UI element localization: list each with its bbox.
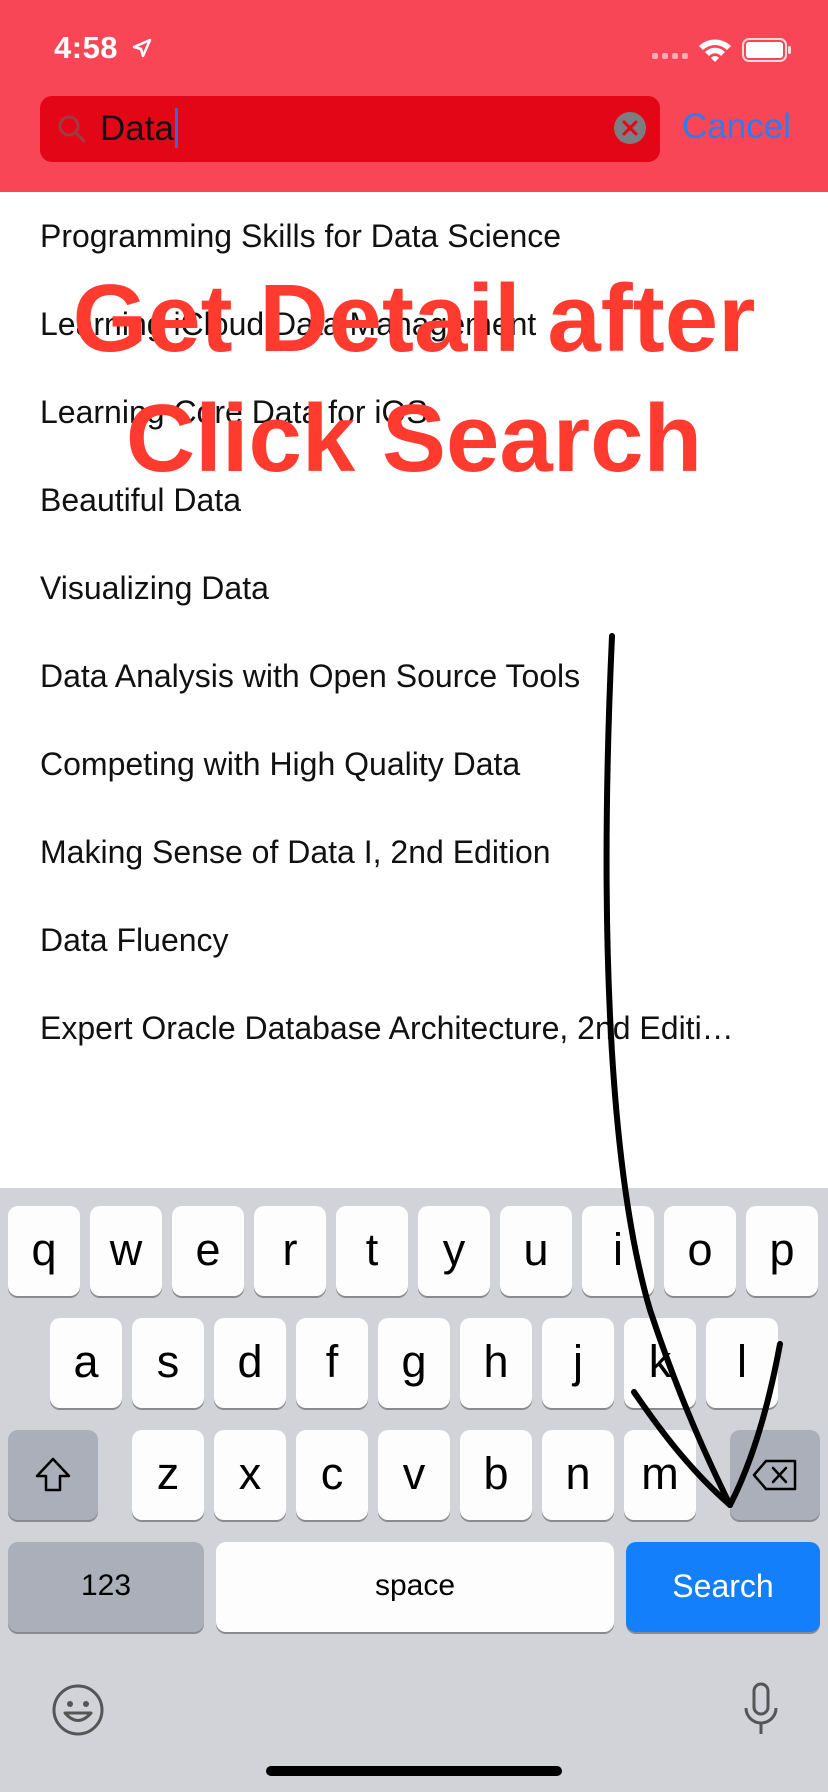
clear-button[interactable] — [614, 112, 646, 144]
list-item[interactable]: Programming Skills for Data Science — [40, 216, 790, 256]
key-b[interactable]: b — [460, 1430, 532, 1520]
list-item[interactable]: Beautiful Data — [40, 480, 790, 520]
space-key[interactable]: space — [216, 1542, 614, 1632]
shift-icon — [35, 1457, 71, 1492]
key-c[interactable]: c — [296, 1430, 368, 1520]
key-a[interactable]: a — [50, 1318, 122, 1408]
key-l[interactable]: l — [706, 1318, 778, 1408]
key-r[interactable]: r — [254, 1206, 326, 1296]
key-x[interactable]: x — [214, 1430, 286, 1520]
list-item[interactable]: Expert Oracle Database Architecture, 2nd… — [40, 1008, 790, 1048]
shift-key[interactable] — [8, 1430, 98, 1520]
search-query-text: Data — [100, 109, 174, 148]
emoji-icon[interactable] — [50, 1682, 106, 1738]
search-input[interactable]: Data — [100, 108, 178, 150]
location-arrow-icon — [132, 38, 152, 58]
key-q[interactable]: q — [8, 1206, 80, 1296]
key-k[interactable]: k — [624, 1318, 696, 1408]
key-m[interactable]: m — [624, 1430, 696, 1520]
list-item[interactable]: Learning Core Data for iOS — [40, 392, 790, 432]
list-item[interactable]: Data Analysis with Open Source Tools — [40, 656, 790, 696]
home-indicator — [266, 1766, 562, 1776]
key-f[interactable]: f — [296, 1318, 368, 1408]
list-item[interactable]: Visualizing Data — [40, 568, 790, 608]
key-o[interactable]: o — [664, 1206, 736, 1296]
search-key[interactable]: Search — [626, 1542, 820, 1632]
key-n[interactable]: n — [542, 1430, 614, 1520]
navigation-header: 4:58 Data Cancel — [0, 0, 828, 192]
list-item[interactable]: Competing with High Quality Data — [40, 744, 790, 784]
key-v[interactable]: v — [378, 1430, 450, 1520]
status-time: 4:58 — [54, 30, 119, 65]
numbers-key[interactable]: 123 — [8, 1542, 204, 1632]
key-p[interactable]: p — [746, 1206, 818, 1296]
keyboard: q w e r t y u i o p a s d f g h j k l z … — [0, 1188, 828, 1792]
wifi-icon — [699, 39, 731, 62]
search-icon — [58, 115, 86, 143]
text-caret — [174, 108, 178, 148]
search-field[interactable]: Data — [40, 96, 660, 162]
cancel-button[interactable]: Cancel — [682, 106, 791, 148]
key-i[interactable]: i — [582, 1206, 654, 1296]
key-z[interactable]: z — [132, 1430, 204, 1520]
list-item[interactable]: Learning iCloud Data Management — [40, 304, 790, 344]
delete-icon — [752, 1459, 797, 1491]
key-g[interactable]: g — [378, 1318, 450, 1408]
key-t[interactable]: t — [336, 1206, 408, 1296]
key-w[interactable]: w — [90, 1206, 162, 1296]
list-item[interactable]: Making Sense of Data I, 2nd Edition — [40, 832, 790, 872]
cellular-signal-icon — [652, 53, 688, 59]
key-s[interactable]: s — [132, 1318, 204, 1408]
key-y[interactable]: y — [418, 1206, 490, 1296]
key-u[interactable]: u — [500, 1206, 572, 1296]
key-e[interactable]: e — [172, 1206, 244, 1296]
delete-key[interactable] — [730, 1430, 820, 1520]
key-h[interactable]: h — [460, 1318, 532, 1408]
key-d[interactable]: d — [214, 1318, 286, 1408]
microphone-icon[interactable] — [741, 1682, 781, 1738]
key-j[interactable]: j — [542, 1318, 614, 1408]
clear-icon — [622, 120, 638, 136]
battery-icon — [742, 38, 791, 62]
list-item[interactable]: Data Fluency — [40, 920, 790, 960]
